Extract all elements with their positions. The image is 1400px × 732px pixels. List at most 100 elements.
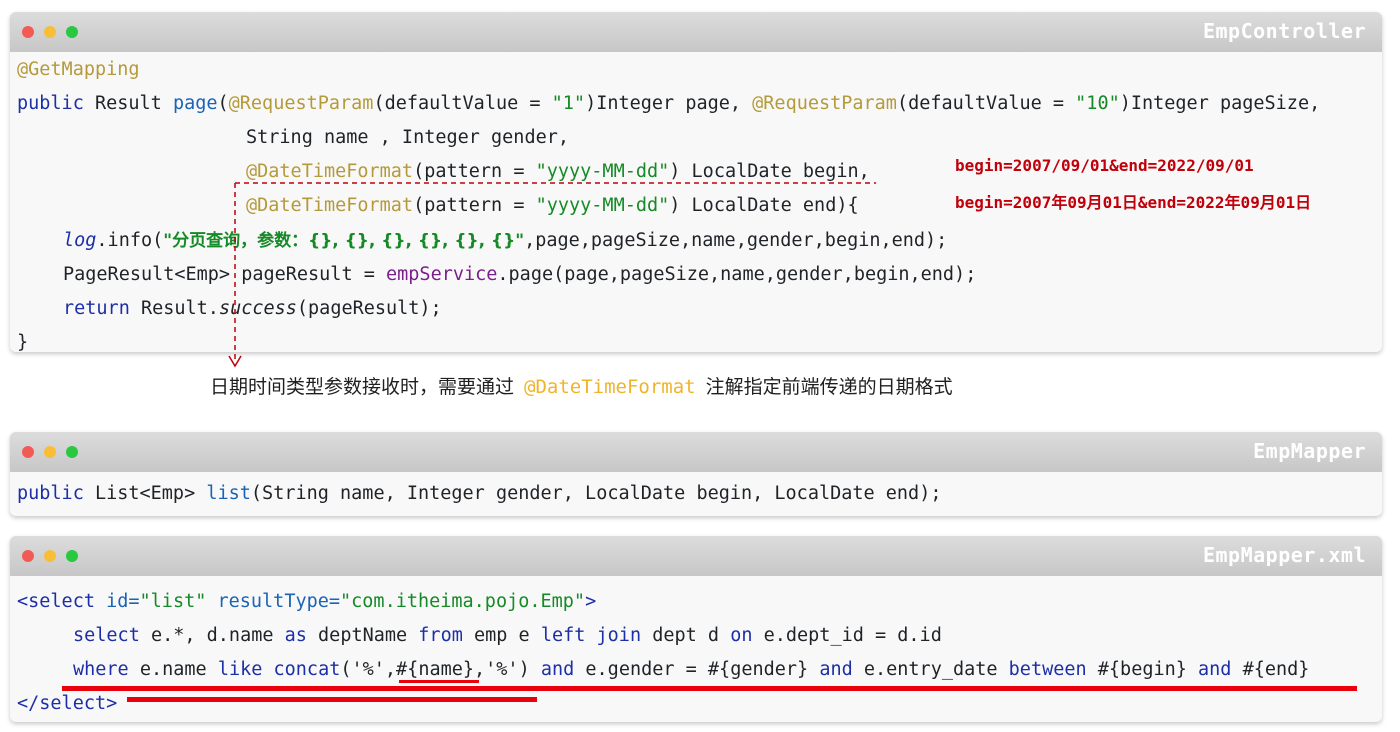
code-panel-empcontroller: EmpController @GetMapping public Result … [10, 12, 1382, 352]
static-method: success [218, 298, 297, 319]
code-line-7: PageResult<Emp> pageResult = empService.… [63, 258, 976, 292]
sql-keyword: as [284, 625, 307, 646]
code-text: Result [83, 93, 173, 114]
close-window-icon[interactable] [22, 446, 34, 458]
code-text: ) LocalDate begin, [669, 161, 870, 182]
code-text: ('%', [340, 659, 397, 680]
code-text: } [17, 332, 29, 352]
code-text: (pattern = [413, 161, 536, 182]
sql-keyword: select [73, 625, 140, 646]
annotation-requestparam: @RequestParam [228, 93, 374, 114]
sql-keyword: and [540, 659, 575, 680]
code-text: (defaultValue = [896, 93, 1076, 114]
code-text: ) LocalDate end){ [669, 195, 859, 216]
code-text: #{end} [1231, 659, 1310, 680]
code-text: Result. [129, 298, 219, 319]
service-field: empService [386, 264, 498, 285]
code-line-2: select e.*, d.name as deptName from emp … [73, 619, 942, 653]
param-name-placeholder: #{name} [396, 659, 475, 680]
xml-tag: > [106, 693, 118, 714]
xml-attribute: resultType= [206, 591, 341, 612]
code-text: e.*, d.name [139, 625, 285, 646]
maximize-window-icon[interactable] [66, 550, 78, 562]
code-text: #{begin} [1086, 659, 1199, 680]
caption-annotation-highlight: @DateTimeFormat [524, 376, 696, 398]
code-text: ,'%') [474, 659, 541, 680]
code-block: public List<Emp> list(String name, Integ… [10, 472, 1382, 516]
code-text: (pattern = [413, 195, 536, 216]
keyword-public: public [17, 483, 84, 504]
explanation-caption: 日期时间类型参数接收时，需要通过 @DateTimeFormat 注解指定前端传递的… [210, 370, 953, 404]
close-window-icon[interactable] [22, 550, 34, 562]
code-text: )Integer pageSize, [1119, 93, 1321, 114]
panel-title: EmpMapper.xml [1202, 543, 1366, 567]
window-titlebar: EmpMapper.xml [10, 536, 1382, 576]
annotation-requestparam: @RequestParam [752, 93, 897, 114]
sql-keyword: left [540, 625, 586, 646]
code-text: deptName [306, 625, 419, 646]
annotation-getmapping: @GetMapping [17, 59, 140, 80]
code-text: PageResult<Emp> pageResult = [63, 264, 387, 285]
code-line-4: </select> [17, 687, 117, 721]
keyword-public: public [17, 93, 84, 114]
code-text: )Integer page, [585, 93, 753, 114]
caption-text-before: 日期时间类型参数接收时，需要通过 [210, 376, 515, 398]
code-line-1: @GetMapping [17, 53, 140, 87]
minimize-window-icon[interactable] [44, 550, 56, 562]
log-field: log [63, 230, 97, 251]
sql-keyword: and [1198, 659, 1232, 680]
xml-tag: <select [17, 591, 95, 612]
code-line-6: log.info("分页查询，参数：{}, {}, {}, {}, {}, {}… [63, 224, 947, 258]
code-line-5: @DateTimeFormat(pattern = "yyyy-MM-dd") … [246, 189, 859, 223]
code-text: e.name [128, 659, 218, 680]
xml-attribute: id= [94, 591, 140, 612]
sql-keyword: on [730, 625, 753, 646]
date-format-example-2: begin=2007年09月01日&end=2022年09月01日 [955, 193, 1312, 212]
code-panel-empmapper-xml: EmpMapper.xml <select id="list" resultTy… [10, 536, 1382, 722]
code-panel-empmapper: EmpMapper public List<Emp> list(String n… [10, 432, 1382, 516]
minimize-window-icon[interactable] [44, 446, 56, 458]
code-line-8: return Result.success(pageResult); [63, 292, 442, 326]
annotation-datetimeformat: @DateTimeFormat [246, 195, 414, 216]
sql-keyword: like [217, 659, 263, 680]
minimize-window-icon[interactable] [44, 26, 56, 38]
maximize-window-icon[interactable] [66, 26, 78, 38]
underline-name-placeholder [399, 680, 479, 683]
panel-title: EmpMapper [1253, 439, 1366, 463]
code-text: ( [217, 93, 229, 114]
keyword-return: return [63, 298, 130, 319]
code-line-3: String name , Integer gender, [246, 121, 569, 155]
code-text: ,page,pageSize,name,gender,begin,end); [524, 230, 948, 251]
code-text: dept d [641, 625, 731, 646]
xml-tag: </select [17, 693, 107, 714]
underline-select-close [127, 697, 537, 702]
sql-keyword: between [1008, 659, 1087, 680]
date-format-example-1: begin=2007/09/01&end=2022/09/01 [955, 156, 1254, 175]
sql-keyword: from [418, 625, 463, 646]
annotation-datetimeformat: @DateTimeFormat [246, 161, 414, 182]
code-text: List<Emp> [83, 483, 207, 504]
string-literal: "1" [551, 93, 586, 114]
code-text: (defaultValue = [373, 93, 552, 114]
code-text: emp e [462, 625, 541, 646]
sql-keyword: concat [273, 659, 341, 680]
code-text: (String name, Integer gender, LocalDate … [250, 483, 942, 504]
xml-attribute-value: "com.itheima.pojo.Emp" [340, 591, 586, 612]
underline-where-clause [62, 686, 1357, 691]
string-literal: "10" [1075, 93, 1120, 114]
code-line-9: } [17, 326, 28, 352]
code-text: String name , Integer gender, [246, 127, 570, 148]
code-text: (pageResult); [296, 298, 442, 319]
panel-title: EmpController [1202, 19, 1366, 43]
code-line-2: public Result page(@RequestParam(default… [17, 87, 1320, 121]
code-text: e.entry_date [852, 659, 1009, 680]
code-text: .page(page,pageSize,name,gender,begin,en… [497, 264, 977, 285]
sql-keyword: where [73, 659, 129, 680]
maximize-window-icon[interactable] [66, 446, 78, 458]
sql-keyword: and [819, 659, 853, 680]
code-line-1: <select id="list" resultType="com.itheim… [17, 585, 596, 619]
window-titlebar: EmpMapper [10, 432, 1382, 472]
code-line-4: @DateTimeFormat(pattern = "yyyy-MM-dd") … [246, 155, 870, 189]
close-window-icon[interactable] [22, 26, 34, 38]
code-line-1: public List<Emp> list(String name, Integ… [17, 477, 941, 511]
